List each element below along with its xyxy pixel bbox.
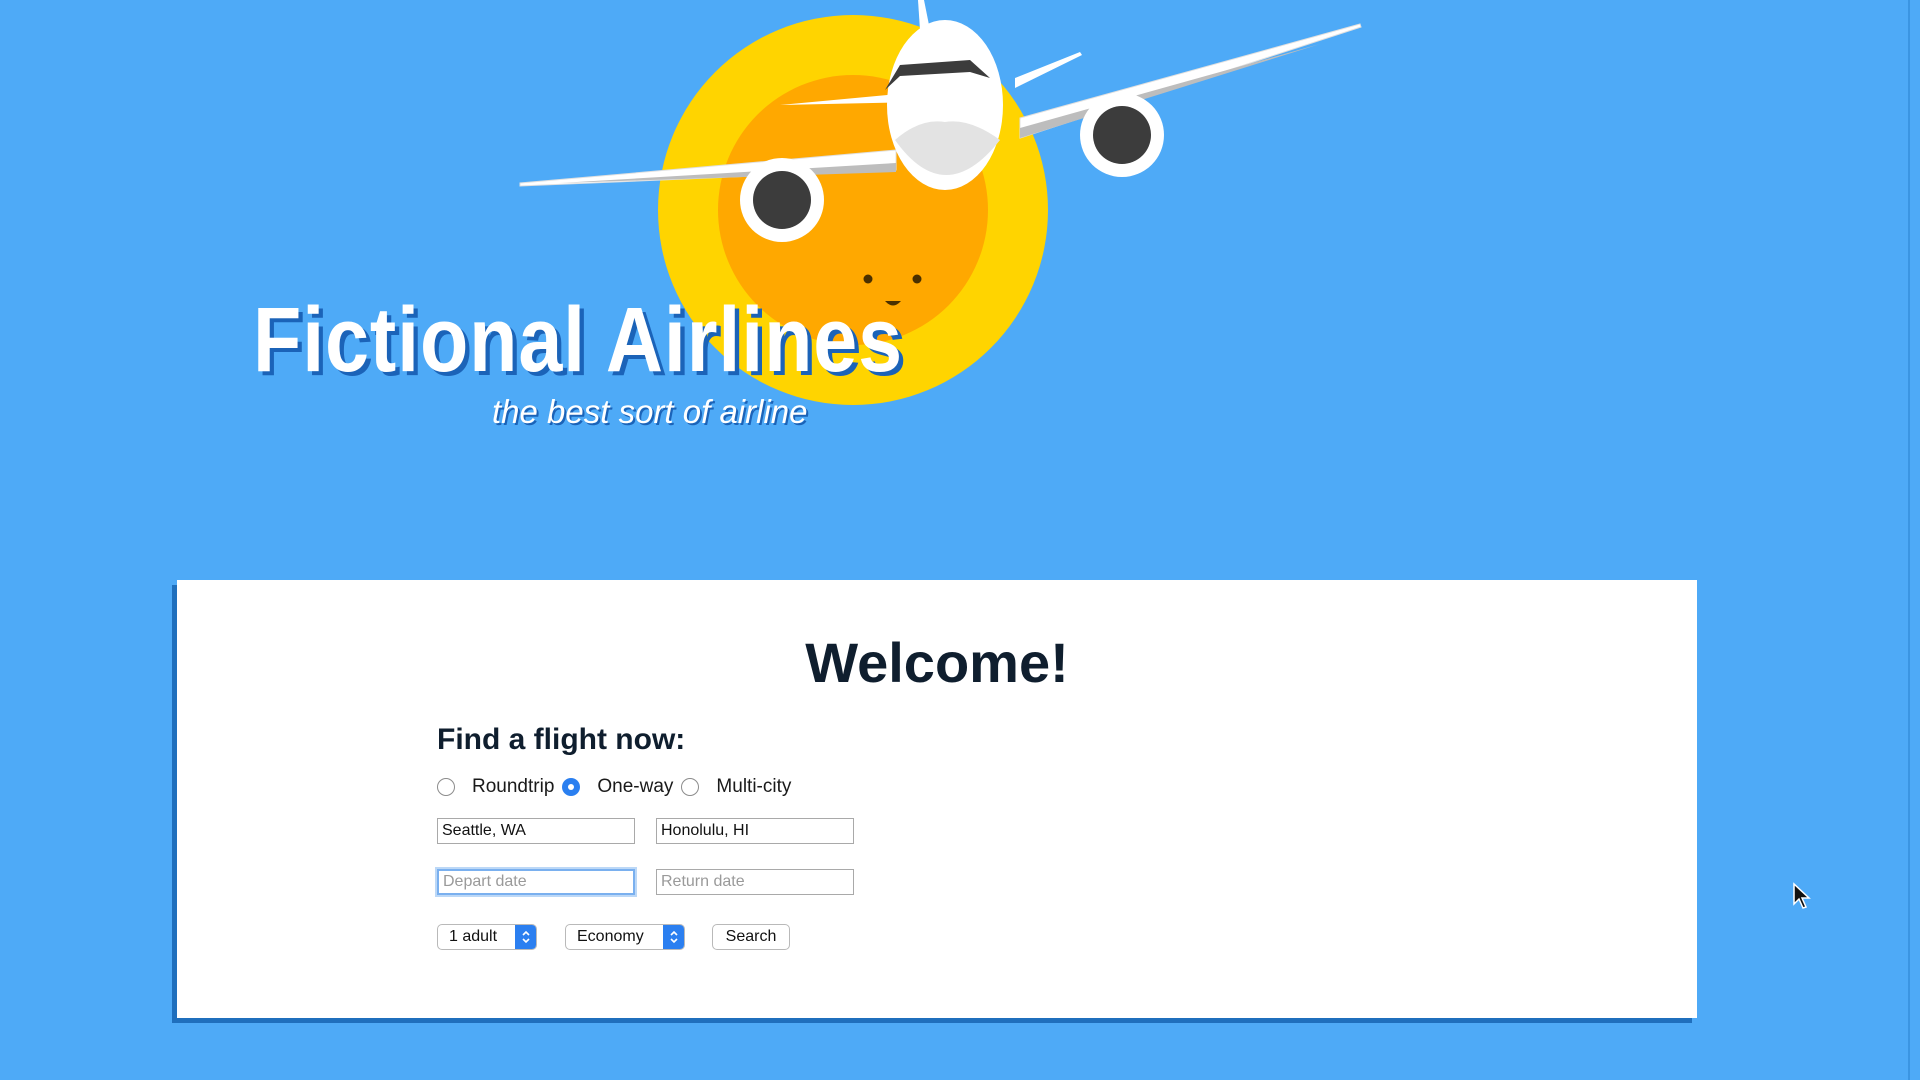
passengers-select[interactable]: 1 adult	[437, 924, 537, 950]
from-city-input[interactable]	[437, 818, 635, 844]
up-down-chevron-icon	[663, 925, 684, 949]
return-date-input[interactable]	[656, 869, 854, 895]
multi-city-label: Multi-city	[716, 776, 792, 797]
trip-type-roundtrip[interactable]: Roundtrip	[437, 776, 554, 798]
trip-type-multi-city[interactable]: Multi-city	[681, 776, 791, 798]
welcome-heading: Welcome!	[805, 631, 1069, 694]
one-way-radio[interactable]	[562, 778, 581, 796]
mouse-pointer-icon	[1793, 882, 1811, 909]
cabin-class-select-value: Economy	[577, 928, 644, 945]
passengers-select-value: 1 adult	[449, 928, 498, 945]
to-city-input[interactable]	[656, 818, 854, 844]
roundtrip-label: Roundtrip	[472, 776, 555, 797]
page: Fictional Airlines the best sort of airl…	[0, 0, 1920, 1080]
roundtrip-radio[interactable]	[437, 778, 455, 796]
trip-type-radio-group: Roundtrip One-way Multi-city	[437, 774, 799, 800]
search-button[interactable]: Search	[712, 924, 790, 950]
hero-banner: Fictional Airlines the best sort of airl…	[0, 0, 1920, 520]
depart-date-input[interactable]	[437, 869, 635, 895]
trip-type-one-way[interactable]: One-way	[562, 776, 673, 798]
up-down-chevron-icon	[515, 925, 536, 949]
one-way-label: One-way	[597, 776, 674, 797]
window-scrollbar-edge[interactable]	[1908, 0, 1910, 1080]
flight-search-heading: Find a flight now:	[437, 723, 686, 756]
brand-title: Fictional Airlines	[253, 289, 904, 391]
brand-tagline: the best sort of airline	[492, 393, 808, 430]
welcome-card: Welcome! Find a flight now: Roundtrip On…	[177, 580, 1697, 1018]
multi-city-radio[interactable]	[681, 778, 700, 796]
cabin-class-select[interactable]: Economy	[565, 924, 685, 950]
